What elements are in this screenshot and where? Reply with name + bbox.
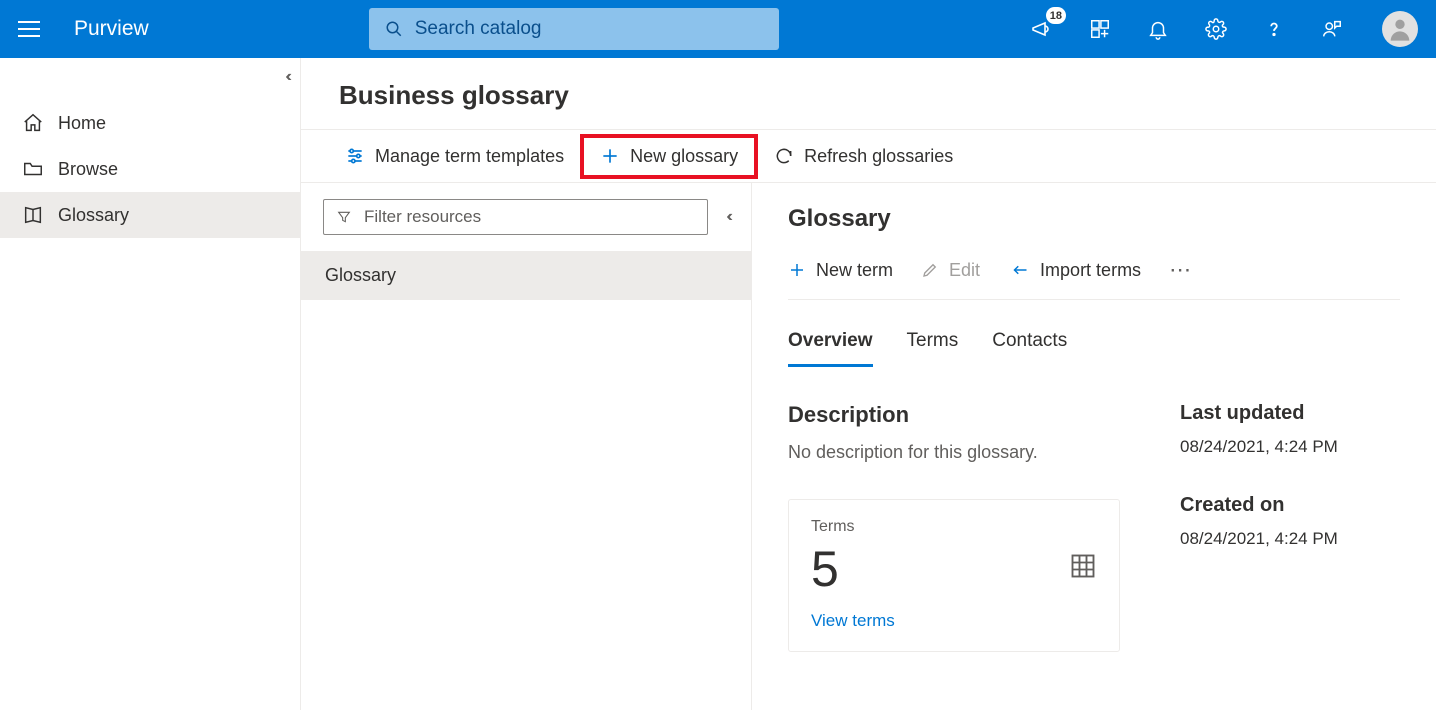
sidebar-item-label: Browse	[58, 159, 118, 180]
gear-icon	[1205, 18, 1227, 40]
sidebar-item-browse[interactable]: Browse	[0, 146, 300, 192]
help-button[interactable]	[1260, 15, 1288, 43]
search-icon	[385, 20, 403, 38]
page-title: Business glossary	[301, 58, 1436, 129]
overview-right: Last updated 08/24/2021, 4:24 PM Created…	[1180, 402, 1400, 652]
collections-icon	[1089, 18, 1111, 40]
content-split: Filter resources ‹‹ Glossary Glossary Ne…	[301, 183, 1436, 710]
settings-button[interactable]	[1202, 15, 1230, 43]
announcements-button[interactable]: 18	[1028, 15, 1056, 43]
filter-icon	[336, 209, 352, 225]
filter-resources-input[interactable]: Filter resources	[323, 199, 708, 235]
collections-button[interactable]	[1086, 15, 1114, 43]
plus-icon	[788, 261, 806, 279]
action-label: Edit	[949, 260, 980, 281]
action-label: New term	[816, 260, 893, 281]
new-term-button[interactable]: New term	[788, 260, 893, 281]
sidebar-item-label: Home	[58, 113, 106, 134]
button-label: Manage term templates	[375, 146, 564, 167]
refresh-glossaries-button[interactable]: Refresh glossaries	[758, 138, 969, 175]
app-body: ‹‹ Home Browse Glossary Business glossar…	[0, 58, 1436, 710]
feedback-button[interactable]	[1318, 15, 1346, 43]
terms-card: Terms 5 View terms	[788, 499, 1120, 652]
detail-pane: Glossary New term Edit Import terms ⋯	[752, 183, 1436, 710]
description-text: No description for this glossary.	[788, 442, 1120, 463]
last-updated-value: 08/24/2021, 4:24 PM	[1180, 435, 1400, 460]
detail-tabs: Overview Terms Contacts	[788, 322, 1400, 368]
button-label: New glossary	[630, 146, 738, 167]
bell-icon	[1147, 18, 1169, 40]
sidebar-item-label: Glossary	[58, 205, 129, 226]
brand-name: Purview	[74, 17, 149, 41]
header-actions: 18	[1028, 11, 1418, 47]
resource-item[interactable]: Glossary	[301, 251, 751, 300]
button-label: Refresh glossaries	[804, 146, 953, 167]
user-avatar[interactable]	[1382, 11, 1418, 47]
main-pane: Business glossary Manage term templates …	[301, 58, 1436, 710]
search-placeholder: Search catalog	[415, 18, 542, 40]
refresh-icon	[774, 146, 794, 166]
tab-contacts[interactable]: Contacts	[992, 322, 1067, 367]
collapse-filter-pane-button[interactable]: ‹‹	[726, 208, 729, 226]
detail-actions: New term Edit Import terms ⋯	[788, 257, 1400, 300]
resource-list: Glossary	[301, 251, 751, 300]
terms-card-label: Terms	[811, 518, 1097, 536]
avatar-icon	[1386, 15, 1414, 43]
view-terms-link[interactable]: View terms	[811, 611, 1097, 631]
collapse-sidebar-button[interactable]: ‹‹	[285, 68, 288, 86]
nav-sidebar: ‹‹ Home Browse Glossary	[0, 58, 301, 710]
edit-button[interactable]: Edit	[921, 260, 980, 281]
app-header: Purview Search catalog 18	[0, 0, 1436, 58]
tab-terms[interactable]: Terms	[907, 322, 959, 367]
overview-body: Description No description for this glos…	[788, 402, 1400, 652]
search-input[interactable]: Search catalog	[369, 8, 779, 50]
sliders-icon	[345, 146, 365, 166]
created-on-heading: Created on	[1180, 494, 1400, 517]
home-icon	[22, 112, 44, 134]
overview-left: Description No description for this glos…	[788, 402, 1120, 652]
help-icon	[1263, 18, 1285, 40]
plus-icon	[600, 146, 620, 166]
manage-term-templates-button[interactable]: Manage term templates	[329, 138, 580, 175]
description-heading: Description	[788, 402, 1120, 428]
filter-placeholder: Filter resources	[364, 207, 481, 227]
action-label: Import terms	[1040, 260, 1141, 281]
grid-icon	[1069, 552, 1097, 585]
folder-icon	[22, 158, 44, 180]
last-updated-heading: Last updated	[1180, 402, 1400, 425]
book-icon	[22, 204, 44, 226]
terms-count: 5	[811, 542, 1097, 597]
pencil-icon	[921, 261, 939, 279]
page-toolbar: Manage term templates New glossary Refre…	[301, 129, 1436, 183]
new-glossary-button[interactable]: New glossary	[584, 138, 754, 175]
person-feedback-icon	[1321, 18, 1343, 40]
notifications-button[interactable]	[1144, 15, 1172, 43]
created-on-value: 08/24/2021, 4:24 PM	[1180, 527, 1400, 552]
tab-overview[interactable]: Overview	[788, 322, 873, 367]
detail-title: Glossary	[788, 205, 1400, 233]
menu-toggle-button[interactable]	[18, 15, 46, 43]
import-terms-button[interactable]: Import terms	[1008, 260, 1141, 281]
filter-pane: Filter resources ‹‹ Glossary	[301, 183, 752, 710]
new-glossary-highlight: New glossary	[580, 134, 758, 179]
more-actions-button[interactable]: ⋯	[1169, 257, 1193, 283]
sidebar-item-home[interactable]: Home	[0, 100, 300, 146]
nav-list: Home Browse Glossary	[0, 100, 300, 238]
sidebar-item-glossary[interactable]: Glossary	[0, 192, 300, 238]
notification-badge: 18	[1046, 7, 1066, 24]
import-icon	[1008, 261, 1030, 279]
